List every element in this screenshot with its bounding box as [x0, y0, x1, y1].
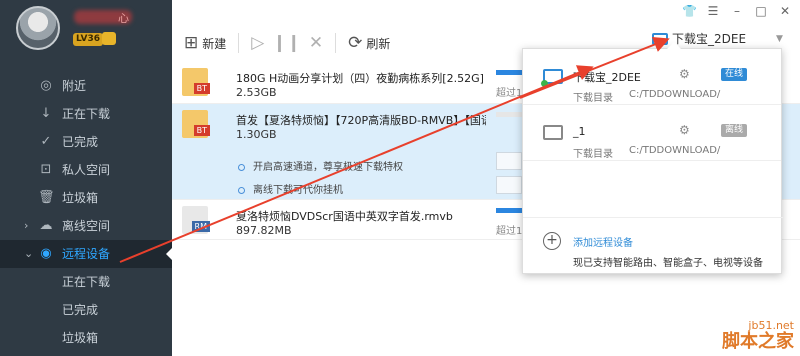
sidebar-item-label: 垃圾箱	[62, 331, 99, 345]
task-size: 2.53GB	[236, 86, 277, 99]
level-badge: LV36	[73, 33, 103, 46]
sidebar-item-nearby[interactable]: ◎ 附近	[0, 72, 172, 100]
sidebar: 心 LV36 ◎ 附近 ↓ 正在下载 ✓ 已完成 ⊡ 私人空间 🗑 垃圾箱 › …	[0, 0, 172, 356]
file-type-badge: BT	[193, 125, 210, 136]
sidebar-subitem-completed[interactable]: 已完成	[0, 296, 172, 324]
remote-device-popover: 下载宝_2DEE 下载目录 C:/TDDOWNLOAD/ ⚙ 在线 _1 下载目…	[522, 42, 783, 275]
refresh-icon: ⟳	[348, 32, 363, 53]
progress-bar	[496, 70, 522, 75]
window-controls: 👕 ☰ – □ ✕	[682, 4, 792, 18]
task-name: 180G H动画分享计划（四）夜勤病栋系列[2.52G]	[236, 72, 484, 85]
task-size: 1.30GB	[236, 128, 277, 141]
avatar[interactable]	[16, 6, 60, 50]
cloud-icon: ☁	[39, 218, 53, 233]
offline-download-option[interactable]: 离线下载可代你挂机	[238, 181, 343, 196]
add-device-section: + 添加远程设备 现已支持智能路由、智能盒子、电视等设备	[523, 217, 783, 275]
torrent-file-icon: BT	[182, 110, 210, 138]
pause-icon[interactable]: ❙❙	[272, 34, 301, 52]
gear-icon[interactable]: ⚙	[679, 123, 690, 137]
task-size: 897.82MB	[236, 224, 292, 237]
device-item-offline[interactable]: _1 下载目录 C:/TDDOWNLOAD/ ⚙ 离线	[523, 105, 781, 161]
sidebar-item-label: 附近	[62, 79, 87, 93]
file-type-badge: BT	[193, 83, 210, 94]
status-badge: 在线	[721, 68, 748, 81]
download-dir-path: C:/TDDOWNLOAD/	[629, 145, 721, 156]
high-speed-button[interactable]	[496, 152, 522, 170]
file-type-badge: RM	[191, 221, 210, 232]
trash-icon: 🗑	[38, 190, 55, 205]
add-device-link[interactable]: 添加远程设备	[573, 234, 633, 249]
tv-icon	[543, 125, 563, 140]
watermark: jb51.net 脚本之家	[722, 319, 794, 352]
chevron-right-icon[interactable]: ›	[24, 212, 28, 240]
vip-icon	[102, 32, 116, 45]
chevron-down-icon[interactable]: ⌄	[24, 240, 33, 268]
new-task-button[interactable]: ⊞ 新建	[184, 32, 227, 53]
sidebar-item-trash[interactable]: 🗑 垃圾箱	[0, 184, 172, 212]
high-speed-option[interactable]: 开启高速通道，尊享极速下载特权	[238, 158, 403, 173]
sidebar-item-label: 正在下载	[62, 107, 111, 121]
chevron-down-icon: ▼	[776, 33, 783, 44]
download-dir-label: 下载目录	[573, 93, 613, 104]
new-icon: ⊞	[184, 32, 199, 53]
online-check-icon	[541, 80, 548, 87]
sidebar-nav: ◎ 附近 ↓ 正在下载 ✓ 已完成 ⊡ 私人空间 🗑 垃圾箱 › ☁ 离线空间 …	[0, 72, 172, 352]
add-circle-icon[interactable]: +	[543, 232, 561, 250]
sidebar-subitem-downloading[interactable]: 正在下载	[0, 268, 172, 296]
sidebar-item-label: 已完成	[62, 135, 99, 149]
status-badge: 离线	[721, 124, 748, 137]
play-icon[interactable]: ▷	[251, 34, 264, 52]
sidebar-item-label: 正在下载	[62, 275, 111, 289]
task-name: 夏洛特烦恼DVDScr国语中英双字首发.rmvb	[236, 210, 453, 223]
task-name: 首发【夏洛特烦恼】【720P高清版BD-RMVB】【国语	[236, 114, 486, 127]
download-dir-label: 下载目录	[573, 149, 613, 160]
device-selector-label: 下载宝_2DEE	[672, 32, 747, 46]
watermark-brand: 脚本之家	[722, 331, 794, 352]
sidebar-item-label: 垃圾箱	[62, 191, 99, 205]
progress-text: 超过1	[496, 226, 522, 237]
sidebar-subitem-trash[interactable]: 垃圾箱	[0, 324, 172, 352]
check-circle-icon: ✓	[40, 134, 52, 149]
username-text: 心	[118, 12, 129, 25]
monitor-icon	[541, 69, 563, 87]
profile-header: 心 LV36	[0, 0, 172, 60]
offline-download-button[interactable]	[496, 176, 522, 194]
device-name: _1	[573, 125, 586, 138]
download-dir-path: C:/TDDOWNLOAD/	[629, 89, 721, 100]
video-file-icon: RM	[182, 206, 210, 234]
sidebar-item-label: 已完成	[62, 303, 99, 317]
progress-bar	[496, 208, 522, 213]
delete-icon[interactable]: ✕	[309, 34, 323, 52]
monitor-icon	[652, 32, 668, 45]
globe-icon: ◉	[40, 246, 52, 261]
sidebar-item-label: 私人空间	[62, 163, 111, 177]
sidebar-item-completed[interactable]: ✓ 已完成	[0, 128, 172, 156]
menu-icon[interactable]: ☰	[706, 4, 720, 18]
torrent-file-icon: BT	[182, 68, 210, 96]
sidebar-item-downloading[interactable]: ↓ 正在下载	[0, 100, 172, 128]
toolbar-divider	[238, 33, 240, 53]
gear-icon[interactable]: ⚙	[679, 67, 690, 81]
add-device-note: 现已支持智能路由、智能盒子、电视等设备	[573, 258, 763, 269]
refresh-button[interactable]: ⟳ 刷新	[348, 32, 391, 53]
sidebar-item-label: 离线空间	[62, 219, 111, 233]
sidebar-item-label: 远程设备	[62, 247, 111, 261]
sidebar-item-remote-devices[interactable]: ⌄ ◉ 远程设备	[0, 240, 172, 268]
location-icon: ◎	[40, 78, 52, 93]
maximize-icon[interactable]: □	[754, 4, 768, 18]
progress-text: 超过1	[496, 88, 522, 99]
lock-icon: ⊡	[40, 162, 52, 177]
close-icon[interactable]: ✕	[778, 4, 792, 18]
progress-bar	[496, 112, 522, 117]
sidebar-item-private-space[interactable]: ⊡ 私人空间	[0, 156, 172, 184]
device-item-online[interactable]: 下载宝_2DEE 下载目录 C:/TDDOWNLOAD/ ⚙ 在线	[523, 49, 781, 105]
new-label: 新建	[202, 36, 227, 51]
refresh-label: 刷新	[366, 36, 391, 51]
skin-icon[interactable]: 👕	[682, 4, 697, 18]
minimize-icon[interactable]: –	[730, 4, 744, 18]
download-icon: ↓	[40, 106, 52, 121]
device-name: 下载宝_2DEE	[573, 71, 641, 84]
toolbar-divider	[335, 33, 337, 53]
sidebar-item-offline-space[interactable]: › ☁ 离线空间	[0, 212, 172, 240]
